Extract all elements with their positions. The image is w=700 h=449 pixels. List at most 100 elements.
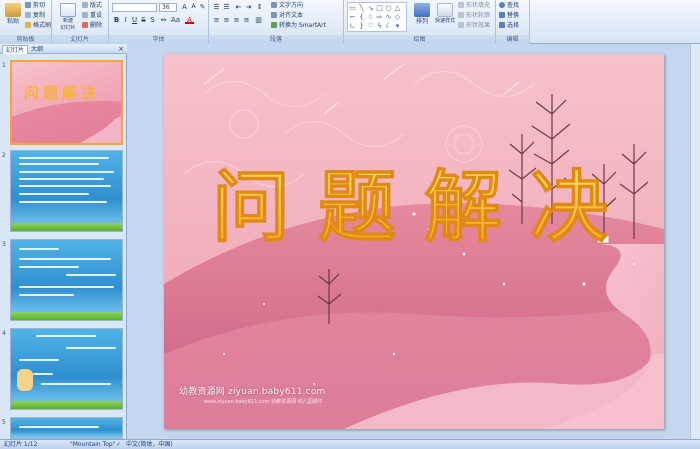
paste-button[interactable]: 粘贴 bbox=[2, 3, 24, 33]
align-left-icon[interactable]: ≡ bbox=[212, 16, 221, 24]
tab-slides[interactable]: 幻灯片 bbox=[2, 45, 29, 54]
increase-indent-icon[interactable]: ⇥ bbox=[244, 3, 253, 11]
new-slide-button[interactable]: 新建 幻灯片 bbox=[56, 3, 80, 33]
new-slide-icon bbox=[60, 3, 76, 17]
italic-icon[interactable]: I bbox=[121, 16, 130, 24]
oval-icon[interactable]: ○ bbox=[384, 4, 393, 12]
format-painter-button[interactable]: 格式刷 bbox=[25, 22, 51, 30]
shapes-gallery[interactable]: ▭ ╲ ↘ □ ○ △ ⌐ { ☆ ⇨ ∿ ◇ ∟ } ♡ ϟ ☾ ▾ bbox=[347, 2, 407, 32]
paragraph-group-label: 段落 bbox=[209, 35, 343, 44]
slide-thumbnail-2[interactable] bbox=[10, 150, 123, 232]
lightning-icon[interactable]: ϟ bbox=[375, 22, 384, 30]
bracket-icon[interactable]: { bbox=[357, 13, 366, 21]
justify-icon[interactable]: ≡ bbox=[242, 16, 251, 24]
shadow-icon[interactable]: S bbox=[148, 16, 157, 24]
new-slide-label: 新建 幻灯片 bbox=[60, 18, 76, 31]
align-text-button[interactable]: 对齐文本 bbox=[271, 12, 303, 20]
copy-button[interactable]: 复制 bbox=[25, 12, 45, 20]
freeform-icon[interactable]: ∟ bbox=[348, 22, 357, 30]
slide-thumbnail-5[interactable] bbox=[10, 417, 123, 439]
smartart-button[interactable]: 转换为 SmartArt bbox=[271, 22, 326, 30]
clear-format-icon[interactable]: ✎ bbox=[198, 3, 207, 11]
select-button[interactable]: 选择 bbox=[499, 22, 519, 30]
bullets-icon[interactable]: ☰ bbox=[212, 3, 221, 11]
spellcheck-icon[interactable]: ✓ bbox=[116, 440, 121, 449]
layout-icon bbox=[82, 2, 88, 8]
thumb-text-line bbox=[19, 248, 59, 250]
shape-effects-button[interactable]: 形状效果 bbox=[458, 22, 490, 30]
curve-icon[interactable]: ∿ bbox=[384, 13, 393, 21]
numbering-icon[interactable]: ☰ bbox=[222, 3, 231, 11]
font-size-combo[interactable]: 36 bbox=[159, 3, 177, 12]
slide-canvas[interactable]: 问题解决 幼教资源网 ziyuan.baby611.com www.ziyuan… bbox=[164, 54, 664, 429]
bent-line-icon[interactable]: ⌐ bbox=[348, 13, 357, 21]
thumb-text-line bbox=[41, 383, 111, 385]
find-button[interactable]: 查找 bbox=[499, 2, 519, 10]
delete-button[interactable]: 删除 bbox=[82, 22, 102, 30]
shrink-font-icon[interactable]: A bbox=[189, 3, 198, 11]
close-icon[interactable]: × bbox=[118, 45, 124, 53]
textbox-icon[interactable]: ▭ bbox=[348, 4, 357, 12]
change-case-icon[interactable]: Aa bbox=[171, 16, 180, 24]
reset-button[interactable]: 重设 bbox=[82, 12, 102, 20]
shape-outline-button[interactable]: 形状轮廓 bbox=[458, 12, 490, 20]
thumb-text-line bbox=[19, 294, 74, 296]
align-right-icon[interactable]: ≡ bbox=[232, 16, 241, 24]
cut-button[interactable]: 剪切 bbox=[25, 2, 45, 10]
rectangle-icon[interactable]: □ bbox=[375, 4, 384, 12]
moon-icon[interactable]: ☾ bbox=[384, 22, 393, 30]
smartart-label: 转换为 SmartArt bbox=[279, 22, 326, 29]
heart-icon[interactable]: ♡ bbox=[366, 22, 375, 30]
more-shapes-icon[interactable]: ▾ bbox=[393, 22, 402, 30]
thumb1-art bbox=[12, 101, 121, 143]
callout-icon[interactable]: ◇ bbox=[393, 13, 402, 21]
ribbon: 粘贴 剪切 复制 格式刷 剪贴板 新建 幻灯片 版式 重设 删除 幻灯片 36 A… bbox=[0, 0, 700, 44]
drawing-group-label: 绘图 bbox=[344, 35, 495, 44]
slide-number-1: 1 bbox=[2, 62, 6, 69]
right-arrow-icon[interactable]: ⇨ bbox=[375, 13, 384, 21]
font-color-icon[interactable]: A bbox=[185, 16, 194, 24]
text-direction-button[interactable]: 文字方向 bbox=[271, 2, 303, 10]
triangle-icon[interactable]: △ bbox=[393, 4, 402, 12]
arrow-icon[interactable]: ↘ bbox=[366, 4, 375, 12]
char-spacing-icon[interactable]: ↔ bbox=[159, 16, 168, 24]
vertical-scrollbar[interactable] bbox=[690, 44, 700, 439]
star-icon[interactable]: ☆ bbox=[366, 13, 375, 21]
status-bar: 幻灯片 1/12 "Mountain Top" ✓ 中文(简体，中国) bbox=[0, 439, 700, 449]
line-spacing-icon[interactable]: ↕ bbox=[255, 3, 264, 11]
thumb-text-line bbox=[19, 157, 109, 159]
align-center-icon[interactable]: ≡ bbox=[222, 16, 231, 24]
quick-styles-button[interactable]: 快速样式 bbox=[433, 3, 457, 33]
tab-outline[interactable]: 大纲 bbox=[28, 45, 46, 54]
shape-fill-button[interactable]: 形状填充 bbox=[458, 2, 490, 10]
slide-title[interactable]: 问题解决 bbox=[211, 162, 636, 254]
slide-counter: 幻灯片 1/12 bbox=[4, 441, 38, 448]
quick-styles-label: 快速样式 bbox=[434, 18, 455, 24]
quick-styles-icon bbox=[437, 3, 453, 17]
language-indicator[interactable]: 中文(简体，中国) bbox=[126, 440, 173, 449]
slide-thumbnail-1[interactable]: 问题解决 bbox=[10, 60, 123, 145]
font-group: 36 A A ✎ B I U S S ↔ Aa A 字体 bbox=[109, 0, 209, 44]
strikethrough-icon[interactable]: S bbox=[139, 16, 148, 24]
thumb-text-line bbox=[19, 286, 114, 288]
cut-label: 剪切 bbox=[33, 2, 46, 9]
thumb-text-line bbox=[19, 178, 104, 180]
arrange-label: 排列 bbox=[415, 18, 428, 25]
find-label: 查找 bbox=[507, 2, 520, 9]
line-icon[interactable]: ╲ bbox=[357, 4, 366, 12]
arrange-button[interactable]: 排列 bbox=[411, 3, 433, 33]
columns-icon[interactable]: ▥ bbox=[254, 16, 263, 24]
shape-effects-label: 形状效果 bbox=[466, 22, 491, 29]
slide-thumbnail-4[interactable] bbox=[10, 328, 123, 410]
underline-icon[interactable]: U bbox=[130, 16, 139, 24]
font-family-combo[interactable] bbox=[112, 3, 157, 12]
grow-font-icon[interactable]: A bbox=[180, 3, 189, 11]
decrease-indent-icon[interactable]: ⇤ bbox=[234, 3, 243, 11]
layout-button[interactable]: 版式 bbox=[82, 2, 102, 10]
copy-label: 复制 bbox=[33, 12, 46, 19]
replace-button[interactable]: 替换 bbox=[499, 12, 519, 20]
bold-icon[interactable]: B bbox=[112, 16, 121, 24]
thumb1-title: 问题解决 bbox=[24, 84, 101, 102]
brace-icon[interactable]: } bbox=[357, 22, 366, 30]
slide-thumbnail-3[interactable] bbox=[10, 239, 123, 321]
